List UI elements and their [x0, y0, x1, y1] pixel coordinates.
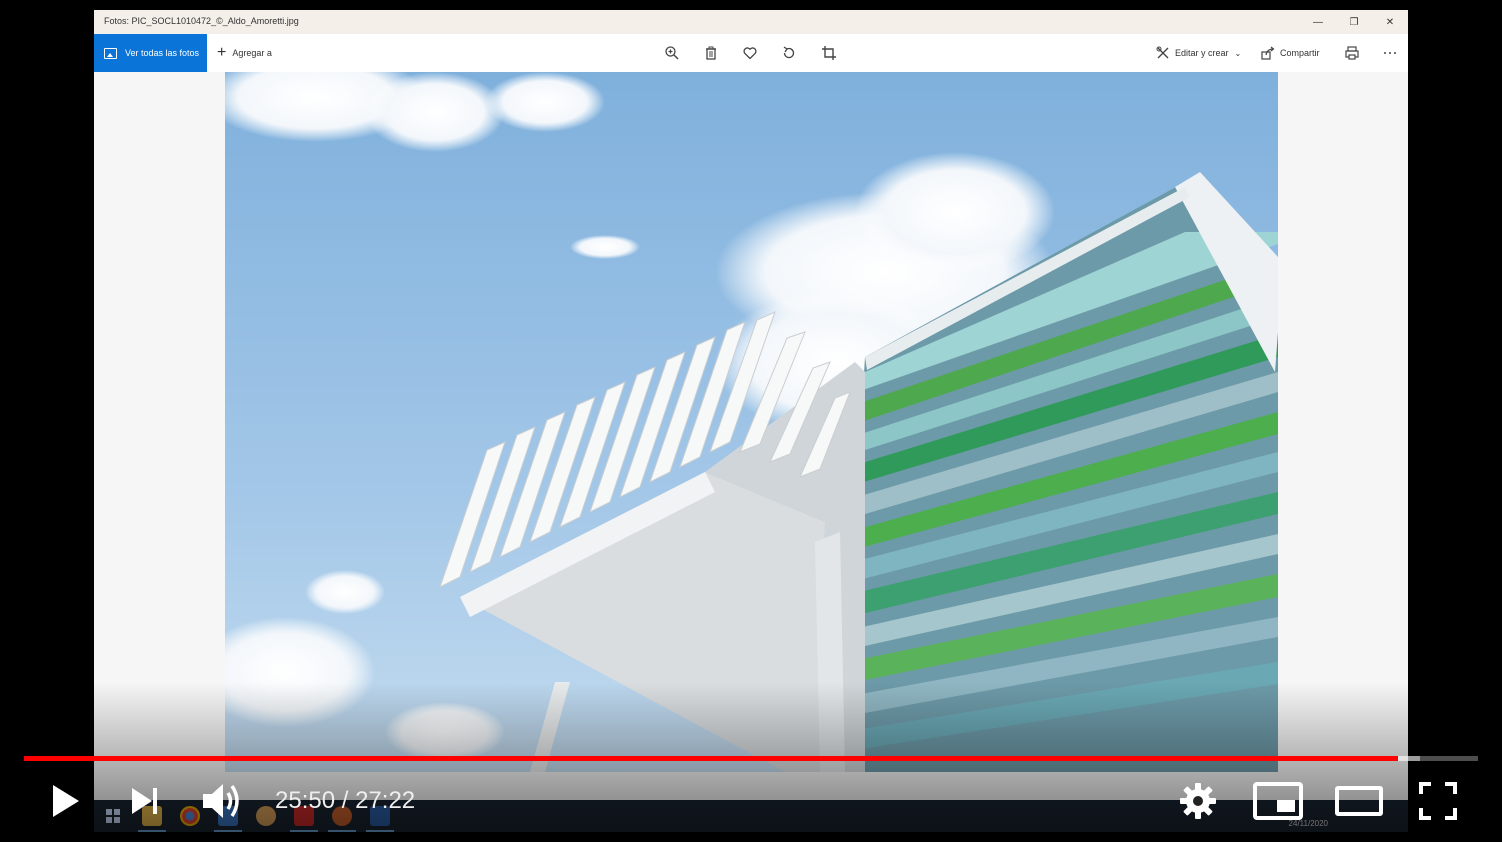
add-to-label: Agregar a	[232, 48, 272, 58]
plus-icon: +	[217, 44, 227, 61]
share-button[interactable]: Compartir	[1261, 34, 1320, 72]
app-icon-2[interactable]	[256, 806, 276, 826]
minimize-button[interactable]: —	[1300, 10, 1336, 34]
all-photos-label: Ver todas las fotos	[125, 48, 200, 58]
trash-icon[interactable]	[703, 45, 719, 61]
zoom-icon[interactable]	[664, 45, 680, 61]
photo-viewer	[94, 72, 1408, 832]
window-title: Fotos: PIC_SOCL1010472_©_Aldo_Amoretti.j…	[104, 16, 299, 26]
print-icon[interactable]	[1344, 45, 1360, 61]
miniplayer-button[interactable]	[1252, 778, 1304, 824]
share-label: Compartir	[1280, 48, 1320, 58]
heart-icon[interactable]	[742, 45, 758, 61]
play-button[interactable]	[40, 778, 88, 824]
time-display: 25:50 / 27:22	[275, 786, 415, 816]
more-icon[interactable]	[1382, 45, 1398, 61]
photos-toolbar: Ver todas las fotos + Agregar a Editar y…	[94, 34, 1408, 72]
photos-app-window: Fotos: PIC_SOCL1010472_©_Aldo_Amoretti.j…	[94, 10, 1408, 832]
settings-button[interactable]	[1174, 778, 1222, 824]
volume-icon	[203, 784, 239, 818]
share-icon	[1261, 46, 1275, 60]
time-separator: /	[335, 787, 356, 814]
miniplayer-icon	[1253, 782, 1303, 820]
window-titlebar: Fotos: PIC_SOCL1010472_©_Aldo_Amoretti.j…	[94, 10, 1408, 34]
edit-create-label: Editar y crear	[1175, 48, 1229, 58]
photos-icon	[104, 47, 117, 59]
edit-create-button[interactable]: Editar y crear ⌄	[1156, 34, 1241, 72]
progress-bar[interactable]	[24, 756, 1478, 761]
all-photos-button[interactable]: Ver todas las fotos	[94, 34, 207, 72]
fullscreen-icon	[1419, 782, 1457, 820]
played-bar	[24, 756, 1399, 761]
building-photo	[225, 72, 1278, 772]
skip-next-icon	[132, 788, 157, 814]
restore-button[interactable]: ❐	[1336, 10, 1372, 34]
next-button[interactable]	[120, 778, 168, 824]
chevron-down-icon: ⌄	[1234, 48, 1242, 58]
gear-icon	[1180, 783, 1216, 819]
fullscreen-button[interactable]	[1412, 778, 1464, 824]
volume-button[interactable]	[196, 778, 248, 824]
edit-create-icon	[1156, 46, 1169, 59]
theater-mode-button[interactable]	[1332, 778, 1386, 824]
theater-icon	[1335, 786, 1383, 816]
rotate-icon[interactable]	[781, 45, 797, 61]
add-to-button[interactable]: + Agregar a	[217, 34, 272, 72]
current-time: 25:50	[275, 787, 336, 814]
duration: 27:22	[355, 787, 416, 814]
play-icon	[53, 785, 79, 817]
crop-icon[interactable]	[821, 45, 837, 61]
close-button[interactable]: ✕	[1372, 10, 1408, 34]
windows-start-icon[interactable]	[106, 809, 120, 823]
